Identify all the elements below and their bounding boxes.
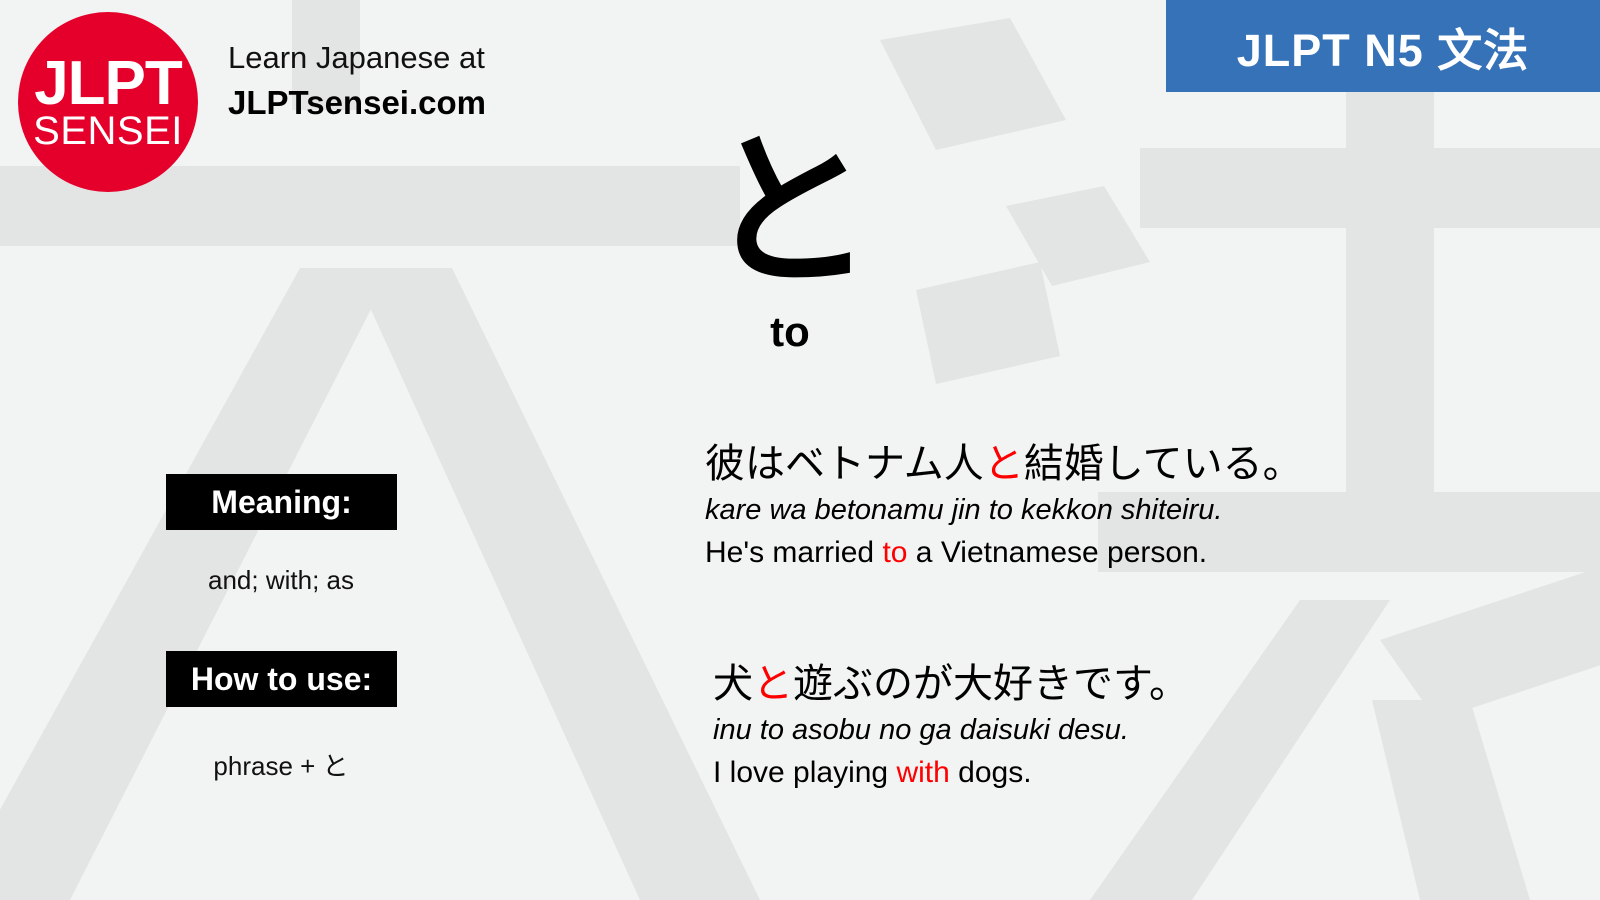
example-2-japanese: 犬と遊ぶのが大好きです。 xyxy=(705,660,1189,709)
site-url-text: JLPTsensei.com xyxy=(228,83,486,121)
example-1-jp-highlight: と xyxy=(983,442,1024,486)
example-1-english: He's married to a Vietnamese person. xyxy=(705,532,1303,575)
infographic-canvas: JLPT SENSEI Learn Japanese at JLPTsensei… xyxy=(0,0,1600,900)
example-2-jp-before: 犬 xyxy=(713,662,753,706)
example-1-en-after: a Vietnamese person. xyxy=(907,536,1208,570)
jlpt-sensei-logo[interactable]: JLPT SENSEI xyxy=(18,12,198,192)
logo-primary-text: JLPT xyxy=(34,49,183,118)
example-sentence-2: 犬と遊ぶのが大好きです。 inu to asobu no ga daisuki … xyxy=(705,660,1189,795)
example-1-romaji: kare wa betonamu jin to kekkon shiteiru. xyxy=(705,493,1223,526)
howto-label-box: How to use: xyxy=(166,651,397,707)
logo-secondary-text: SENSEI xyxy=(33,109,183,153)
meaning-label-text: Meaning: xyxy=(211,483,352,520)
site-header: Learn Japanese at JLPTsensei.com xyxy=(228,40,486,123)
howto-label-text: How to use: xyxy=(190,660,373,697)
howto-value-text: phrase + と xyxy=(213,751,349,781)
level-badge-label: JLPT N5 文法 xyxy=(1236,24,1530,76)
example-1-en-before: He's married xyxy=(705,536,883,570)
example-1-jp-before: 彼はベトナム人 xyxy=(705,442,984,486)
example-2-en-after: dogs. xyxy=(949,756,1032,790)
tagline-text: Learn Japanese at xyxy=(228,40,485,75)
jlpt-level-badge: JLPT N5 文法 xyxy=(1166,0,1600,92)
example-2-romaji: inu to asobu no ga daisuki desu. xyxy=(713,713,1129,746)
example-2-jp-highlight: と xyxy=(753,662,793,706)
example-1-en-highlight: to xyxy=(882,536,908,570)
example-1-jp-after: 結婚している。 xyxy=(1023,442,1303,486)
grammar-point-kana: と xyxy=(706,118,874,306)
example-sentence-1: 彼はベトナム人と結婚している。 kare wa betonamu jin to … xyxy=(705,440,1303,575)
example-2-english: I love playing with dogs. xyxy=(705,752,1189,795)
example-2-jp-after: 遊ぶのが大好きです。 xyxy=(793,662,1189,706)
meaning-value-text: and; with; as xyxy=(208,565,354,595)
example-1-japanese: 彼はベトナム人と結婚している。 xyxy=(705,440,1303,489)
example-2-en-before: I love playing xyxy=(713,756,897,790)
grammar-point-romaji: to xyxy=(770,308,810,355)
meaning-label-box: Meaning: xyxy=(166,474,397,530)
example-2-en-highlight: with xyxy=(896,756,950,790)
